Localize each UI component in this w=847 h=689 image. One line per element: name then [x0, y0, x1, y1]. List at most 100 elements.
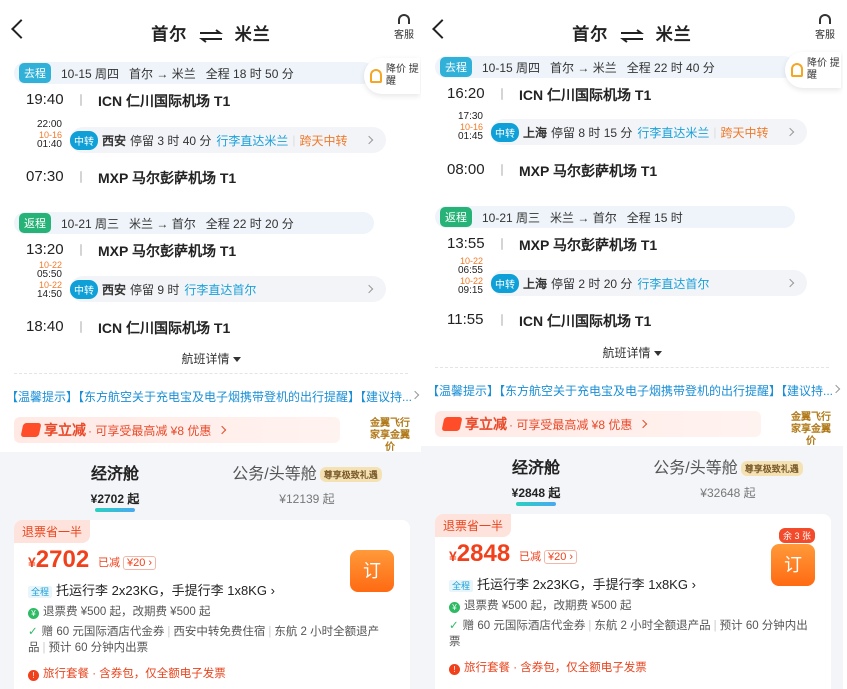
stop-city: 上海 — [523, 276, 548, 291]
return-dep-airport: MXP 马尔彭萨机场 T1 — [519, 237, 658, 253]
yen-icon: ¥ — [28, 608, 39, 619]
outbound-stop-times: 17:30 10-16 01:45 — [449, 112, 483, 142]
luggage-text: 托运行李 2x23KG，手提行李 1x8KG — [56, 583, 267, 598]
tab-economy[interactable]: 经济舱 ¥2702 起 — [60, 460, 170, 512]
return-dep-airport: MXP 马尔彭萨机场 T1 — [98, 243, 237, 259]
notice-bar[interactable]: 【温馨提示】【东方航空关于充电宝及电子烟携带登机的出行提醒】【建议持... — [0, 388, 422, 405]
stop-wait: 停留 2 时 20 分 — [551, 276, 633, 291]
return-arr-time: 18:40 — [26, 318, 64, 335]
bell-icon — [791, 63, 803, 77]
separator: | — [268, 626, 272, 638]
return-dep-time: 13:20 — [26, 241, 64, 258]
destination-city: 米兰 — [655, 25, 692, 44]
gift-line: ✓ 赠 60 元国际酒店代金券 | 西安中转免费住宿 | 东航 2 小时全额退产品 | 预计 … — [28, 624, 396, 656]
outbound-dep-airport: ICN 仁川国际机场 T1 — [519, 87, 652, 103]
luggage-text: 托运行李 2x23KG，手提行李 1x8KG — [477, 577, 688, 592]
return-stop-row[interactable]: 中转 西安 停留 9 时 行李直达首尔 — [70, 276, 386, 302]
swap-icon[interactable] — [619, 28, 645, 43]
transfer-tag: 中转 — [491, 122, 519, 142]
customer-service-button[interactable]: 客服 — [813, 14, 837, 41]
return-stop-row[interactable]: 中转 上海 停留 2 时 20 分 行李直达首尔 — [491, 270, 807, 296]
promo-banner[interactable]: 享立减 · 可享受最高减 ¥8 优惠 — [14, 417, 340, 443]
outbound-route: 首尔 → 米兰 — [550, 60, 617, 75]
price-alert-label: 降价 提醒 — [806, 58, 840, 81]
dashed-divider — [435, 367, 829, 368]
chevron-right-icon — [364, 284, 374, 294]
discount-value: ¥20 — [127, 557, 146, 569]
chevron-right-icon — [785, 278, 795, 288]
notice-text: 【温馨提示】【东方航空关于充电宝及电子烟携带登机的出行提醒】【建议持... — [6, 390, 413, 404]
outbound-stop-row[interactable]: 中转 上海 停留 8 时 15 分 行李直达米兰 | 跨天中转 — [491, 119, 807, 145]
promo-name: 享立减 — [44, 422, 86, 438]
baggage-note: 行李直达米兰 — [216, 133, 289, 148]
fare-card[interactable]: 退票省一半 ¥2702 已减 ¥20 › 订 全程 托运行李 2x23KG，手提行李… — [14, 520, 410, 689]
price-value: 2848 — [456, 540, 511, 567]
return-arr-airport: ICN 仁川国际机场 T1 — [519, 313, 652, 329]
cabin-name: 公务/头等舱 — [653, 460, 738, 477]
return-arr-airport: ICN 仁川国际机场 T1 — [98, 320, 231, 336]
price-alert-button[interactable]: 降价 提醒 — [364, 58, 420, 94]
fare-card[interactable]: 退票省一半 ¥2848 已减 ¥20 › 余 3 张 订 全程 托运行李 2x23K… — [435, 514, 831, 689]
stop-dep-time: 01:45 — [457, 131, 483, 142]
return-header: 返程 10-21 周三 米兰 → 首尔 全程 15 时 — [435, 206, 795, 228]
vip-badge: 尊享极致礼遇 — [740, 461, 803, 477]
tab-economy[interactable]: 经济舱 ¥2848 起 — [481, 454, 591, 506]
golden-wing-link[interactable]: 金翼飞行家享金翼价 — [366, 418, 414, 454]
notice-bar[interactable]: 【温馨提示】【东方航空关于充电宝及电子烟携带登机的出行提醒】【建议持... — [421, 382, 843, 399]
timeline-dot — [80, 171, 82, 183]
outbound-stop-row[interactable]: 中转 西安 停留 3 时 40 分 行李直达米兰 | 跨天中转 — [70, 127, 386, 153]
refund-half-tag: 退票省一半 — [435, 514, 512, 537]
promo-name: 享立减 — [465, 416, 507, 432]
route-title: 首尔 米兰 — [0, 20, 422, 45]
refund-line: ¥ 退票费 ¥500 起，改期费 ¥500 起 — [28, 604, 396, 620]
timeline-dot — [501, 314, 503, 326]
return-arr-time: 11:55 — [447, 311, 484, 328]
stop-wait: 停留 9 时 — [130, 282, 180, 297]
baggage-note: 行李直达首尔 — [184, 282, 257, 297]
active-indicator — [516, 502, 556, 506]
luggage-info[interactable]: 全程 托运行李 2x23KG，手提行李 1x8KG › — [449, 574, 696, 593]
package-line: ! 旅行套餐 · 含券包，仅全额电子发票 — [449, 660, 817, 676]
origin-city: 首尔 — [151, 25, 188, 44]
book-button[interactable]: 订 — [771, 544, 815, 586]
customer-service-button[interactable]: 客服 — [392, 14, 416, 41]
price-alert-label: 降价 提醒 — [385, 64, 419, 87]
promo-desc: · 可享受最高减 ¥8 优惠 — [88, 423, 212, 438]
swap-icon[interactable] — [198, 28, 224, 43]
customer-service-label: 客服 — [815, 30, 835, 41]
return-route: 米兰 → 首尔 — [129, 216, 196, 231]
golden-wing-link[interactable]: 金翼飞行家享金翼价 — [787, 412, 835, 448]
stop-dep-time: 09:15 — [457, 285, 483, 296]
active-indicator — [95, 508, 135, 512]
flight-details-toggle[interactable]: 航班详情 — [0, 350, 422, 367]
chevron-right-icon — [785, 127, 795, 137]
promo-banner[interactable]: 享立减 · 可享受最高减 ¥8 优惠 — [435, 411, 761, 437]
outbound-arr-airport: MXP 马尔彭萨机场 T1 — [519, 163, 658, 179]
flight-details-toggle[interactable]: 航班详情 — [421, 344, 843, 361]
outbound-header: 去程 10-15 周四 首尔 → 米兰 全程 22 时 40 分 — [435, 56, 795, 78]
return-duration: 全程 15 时 — [626, 210, 683, 225]
timeline-dot — [80, 321, 82, 333]
discount-pill[interactable]: ¥20 › — [123, 556, 157, 570]
book-button[interactable]: 订 — [350, 550, 394, 592]
discount-pill[interactable]: ¥20 › — [544, 550, 578, 564]
transfer-tag: 中转 — [70, 279, 98, 299]
tab-business-first[interactable]: 公务/头等舱 尊享极致礼遇 ¥12139 起 — [222, 460, 392, 507]
currency: ¥ — [28, 554, 36, 570]
timeline-dot — [80, 94, 82, 106]
alert-icon: ! — [449, 664, 460, 675]
price-alert-button[interactable]: 降价 提醒 — [785, 52, 841, 88]
stop-arr-time: 17:30 — [457, 111, 483, 122]
outbound-stop-times: 22:00 10-16 01:40 — [28, 120, 62, 150]
discount-label: 已减 — [519, 551, 541, 563]
route-title: 首尔 米兰 — [421, 20, 843, 45]
luggage-info[interactable]: 全程 托运行李 2x23KG，手提行李 1x8KG › — [28, 580, 275, 599]
cabin-price: ¥32648 起 — [700, 486, 756, 500]
outbound-route: 首尔 → 米兰 — [129, 66, 196, 81]
package-text: 旅行套餐 · 含券包，仅全额电子发票 — [43, 668, 226, 680]
cabin-name: 公务/头等舱 — [232, 466, 317, 483]
tab-business-first[interactable]: 公务/头等舱 尊享极致礼遇 ¥32648 起 — [643, 454, 813, 501]
return-date: 10-21 周三 — [482, 210, 541, 225]
chevron-right-icon — [364, 135, 374, 145]
return-date: 10-21 周三 — [61, 216, 120, 231]
